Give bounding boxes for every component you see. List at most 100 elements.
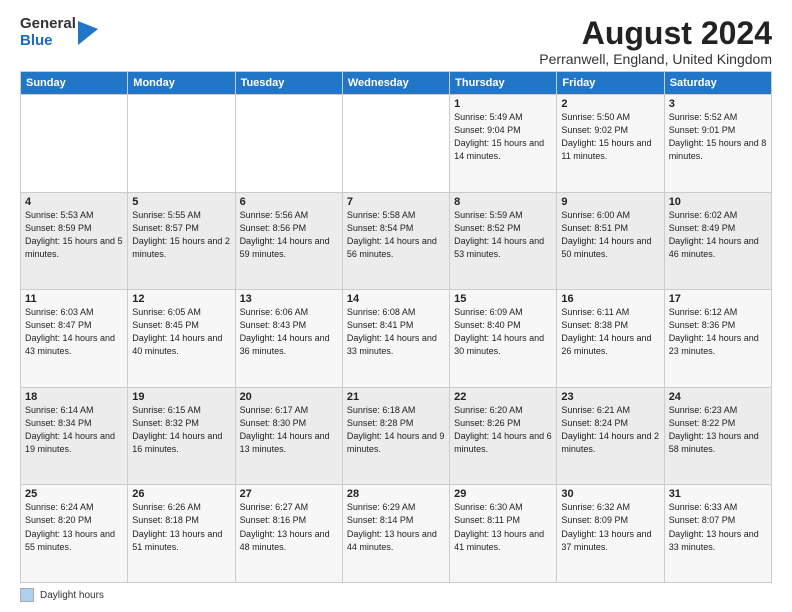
calendar-cell: 4Sunrise: 5:53 AM Sunset: 8:59 PM Daylig… bbox=[21, 192, 128, 290]
calendar-cell bbox=[21, 95, 128, 193]
day-info: Sunrise: 5:49 AM Sunset: 9:04 PM Dayligh… bbox=[454, 111, 552, 163]
calendar-cell: 15Sunrise: 6:09 AM Sunset: 8:40 PM Dayli… bbox=[450, 290, 557, 388]
footer-label: Daylight hours bbox=[40, 590, 104, 601]
day-info: Sunrise: 6:11 AM Sunset: 8:38 PM Dayligh… bbox=[561, 306, 659, 358]
calendar-cell: 20Sunrise: 6:17 AM Sunset: 8:30 PM Dayli… bbox=[235, 387, 342, 485]
calendar-cell: 23Sunrise: 6:21 AM Sunset: 8:24 PM Dayli… bbox=[557, 387, 664, 485]
day-number: 15 bbox=[454, 293, 552, 305]
day-info: Sunrise: 6:02 AM Sunset: 8:49 PM Dayligh… bbox=[669, 209, 767, 261]
calendar-cell bbox=[128, 95, 235, 193]
logo-icon bbox=[78, 21, 98, 45]
day-number: 3 bbox=[669, 98, 767, 110]
day-number: 21 bbox=[347, 391, 445, 403]
day-info: Sunrise: 6:06 AM Sunset: 8:43 PM Dayligh… bbox=[240, 306, 338, 358]
header: General Blue August 2024 Perranwell, Eng… bbox=[20, 16, 772, 67]
calendar-cell: 21Sunrise: 6:18 AM Sunset: 8:28 PM Dayli… bbox=[342, 387, 449, 485]
calendar-cell: 13Sunrise: 6:06 AM Sunset: 8:43 PM Dayli… bbox=[235, 290, 342, 388]
day-info: Sunrise: 6:23 AM Sunset: 8:22 PM Dayligh… bbox=[669, 404, 767, 456]
calendar-cell: 3Sunrise: 5:52 AM Sunset: 9:01 PM Daylig… bbox=[664, 95, 771, 193]
footer: Daylight hours bbox=[20, 588, 772, 602]
day-number: 28 bbox=[347, 488, 445, 500]
calendar-cell: 5Sunrise: 5:55 AM Sunset: 8:57 PM Daylig… bbox=[128, 192, 235, 290]
calendar-cell: 30Sunrise: 6:32 AM Sunset: 8:09 PM Dayli… bbox=[557, 485, 664, 583]
calendar-week-row: 18Sunrise: 6:14 AM Sunset: 8:34 PM Dayli… bbox=[21, 387, 772, 485]
day-info: Sunrise: 5:53 AM Sunset: 8:59 PM Dayligh… bbox=[25, 209, 123, 261]
day-info: Sunrise: 5:50 AM Sunset: 9:02 PM Dayligh… bbox=[561, 111, 659, 163]
col-header-saturday: Saturday bbox=[664, 72, 771, 95]
calendar-cell: 16Sunrise: 6:11 AM Sunset: 8:38 PM Dayli… bbox=[557, 290, 664, 388]
calendar-cell: 28Sunrise: 6:29 AM Sunset: 8:14 PM Dayli… bbox=[342, 485, 449, 583]
day-number: 8 bbox=[454, 196, 552, 208]
day-number: 10 bbox=[669, 196, 767, 208]
day-info: Sunrise: 6:09 AM Sunset: 8:40 PM Dayligh… bbox=[454, 306, 552, 358]
calendar-cell: 12Sunrise: 6:05 AM Sunset: 8:45 PM Dayli… bbox=[128, 290, 235, 388]
day-number: 25 bbox=[25, 488, 123, 500]
day-info: Sunrise: 6:32 AM Sunset: 8:09 PM Dayligh… bbox=[561, 501, 659, 553]
day-info: Sunrise: 6:24 AM Sunset: 8:20 PM Dayligh… bbox=[25, 501, 123, 553]
day-number: 11 bbox=[25, 293, 123, 305]
day-number: 23 bbox=[561, 391, 659, 403]
calendar-table: SundayMondayTuesdayWednesdayThursdayFrid… bbox=[20, 71, 772, 583]
day-info: Sunrise: 6:00 AM Sunset: 8:51 PM Dayligh… bbox=[561, 209, 659, 261]
calendar-cell: 19Sunrise: 6:15 AM Sunset: 8:32 PM Dayli… bbox=[128, 387, 235, 485]
calendar-cell: 8Sunrise: 5:59 AM Sunset: 8:52 PM Daylig… bbox=[450, 192, 557, 290]
calendar-cell: 17Sunrise: 6:12 AM Sunset: 8:36 PM Dayli… bbox=[664, 290, 771, 388]
day-number: 26 bbox=[132, 488, 230, 500]
calendar-cell: 26Sunrise: 6:26 AM Sunset: 8:18 PM Dayli… bbox=[128, 485, 235, 583]
day-info: Sunrise: 6:08 AM Sunset: 8:41 PM Dayligh… bbox=[347, 306, 445, 358]
calendar-cell: 24Sunrise: 6:23 AM Sunset: 8:22 PM Dayli… bbox=[664, 387, 771, 485]
logo: General Blue bbox=[20, 16, 98, 49]
daylight-legend-box bbox=[20, 588, 34, 602]
day-info: Sunrise: 5:55 AM Sunset: 8:57 PM Dayligh… bbox=[132, 209, 230, 261]
col-header-monday: Monday bbox=[128, 72, 235, 95]
day-number: 24 bbox=[669, 391, 767, 403]
day-number: 7 bbox=[347, 196, 445, 208]
calendar-cell: 22Sunrise: 6:20 AM Sunset: 8:26 PM Dayli… bbox=[450, 387, 557, 485]
day-number: 12 bbox=[132, 293, 230, 305]
day-number: 14 bbox=[347, 293, 445, 305]
day-info: Sunrise: 6:03 AM Sunset: 8:47 PM Dayligh… bbox=[25, 306, 123, 358]
day-number: 17 bbox=[669, 293, 767, 305]
calendar-cell: 29Sunrise: 6:30 AM Sunset: 8:11 PM Dayli… bbox=[450, 485, 557, 583]
calendar-week-row: 11Sunrise: 6:03 AM Sunset: 8:47 PM Dayli… bbox=[21, 290, 772, 388]
col-header-wednesday: Wednesday bbox=[342, 72, 449, 95]
day-number: 20 bbox=[240, 391, 338, 403]
day-number: 22 bbox=[454, 391, 552, 403]
col-header-sunday: Sunday bbox=[21, 72, 128, 95]
logo-text: General Blue bbox=[20, 16, 76, 49]
day-number: 1 bbox=[454, 98, 552, 110]
day-number: 5 bbox=[132, 196, 230, 208]
col-header-tuesday: Tuesday bbox=[235, 72, 342, 95]
calendar-cell: 11Sunrise: 6:03 AM Sunset: 8:47 PM Dayli… bbox=[21, 290, 128, 388]
calendar-cell bbox=[342, 95, 449, 193]
col-header-thursday: Thursday bbox=[450, 72, 557, 95]
title-block: August 2024 Perranwell, England, United … bbox=[539, 16, 772, 67]
day-number: 18 bbox=[25, 391, 123, 403]
title-month: August 2024 bbox=[539, 16, 772, 51]
calendar-cell: 25Sunrise: 6:24 AM Sunset: 8:20 PM Dayli… bbox=[21, 485, 128, 583]
day-number: 31 bbox=[669, 488, 767, 500]
logo-general: General bbox=[20, 16, 76, 33]
day-info: Sunrise: 6:27 AM Sunset: 8:16 PM Dayligh… bbox=[240, 501, 338, 553]
day-info: Sunrise: 6:29 AM Sunset: 8:14 PM Dayligh… bbox=[347, 501, 445, 553]
day-info: Sunrise: 6:05 AM Sunset: 8:45 PM Dayligh… bbox=[132, 306, 230, 358]
page: General Blue August 2024 Perranwell, Eng… bbox=[0, 0, 792, 612]
day-number: 19 bbox=[132, 391, 230, 403]
day-number: 13 bbox=[240, 293, 338, 305]
day-info: Sunrise: 6:20 AM Sunset: 8:26 PM Dayligh… bbox=[454, 404, 552, 456]
day-info: Sunrise: 5:52 AM Sunset: 9:01 PM Dayligh… bbox=[669, 111, 767, 163]
day-number: 27 bbox=[240, 488, 338, 500]
day-info: Sunrise: 5:59 AM Sunset: 8:52 PM Dayligh… bbox=[454, 209, 552, 261]
calendar-cell: 1Sunrise: 5:49 AM Sunset: 9:04 PM Daylig… bbox=[450, 95, 557, 193]
calendar-cell: 6Sunrise: 5:56 AM Sunset: 8:56 PM Daylig… bbox=[235, 192, 342, 290]
calendar-cell bbox=[235, 95, 342, 193]
calendar-cell: 9Sunrise: 6:00 AM Sunset: 8:51 PM Daylig… bbox=[557, 192, 664, 290]
day-info: Sunrise: 6:12 AM Sunset: 8:36 PM Dayligh… bbox=[669, 306, 767, 358]
col-header-friday: Friday bbox=[557, 72, 664, 95]
logo-blue: Blue bbox=[20, 33, 76, 50]
day-info: Sunrise: 5:58 AM Sunset: 8:54 PM Dayligh… bbox=[347, 209, 445, 261]
calendar-week-row: 25Sunrise: 6:24 AM Sunset: 8:20 PM Dayli… bbox=[21, 485, 772, 583]
day-number: 16 bbox=[561, 293, 659, 305]
calendar-cell: 27Sunrise: 6:27 AM Sunset: 8:16 PM Dayli… bbox=[235, 485, 342, 583]
calendar-cell: 14Sunrise: 6:08 AM Sunset: 8:41 PM Dayli… bbox=[342, 290, 449, 388]
